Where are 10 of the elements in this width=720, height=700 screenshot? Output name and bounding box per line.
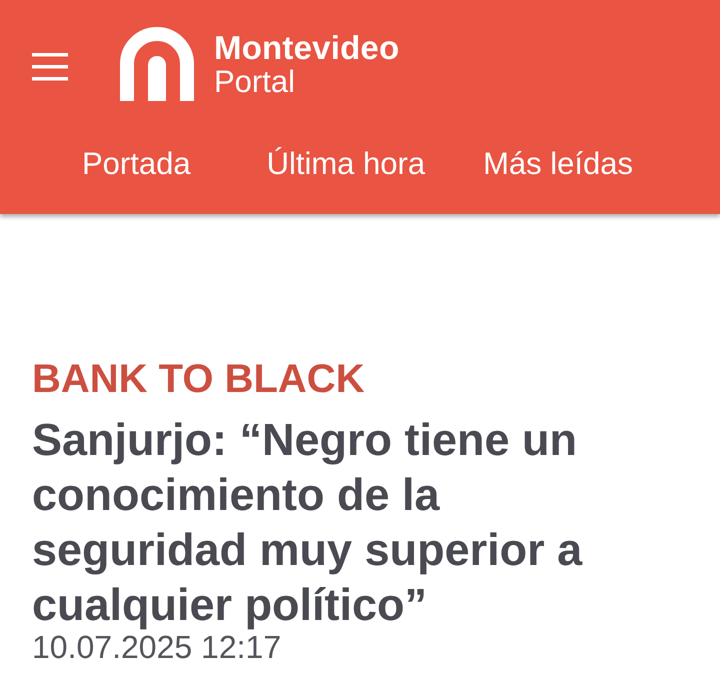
- nav-link[interactable]: Portada: [82, 144, 191, 184]
- nav-link[interactable]: Última hora: [266, 144, 426, 184]
- nav-link[interactable]: Más leídas: [483, 144, 633, 184]
- logo-subtitle: Portal: [214, 66, 296, 97]
- headline: Sanjurjo: “Negro tiene un conocimiento de la seguridad muy superior a cualquier político”: [32, 413, 584, 632]
- section-label: BANK TO BLACK: [32, 356, 366, 402]
- arch-logo-icon[interactable]: [120, 27, 194, 101]
- menu-icon[interactable]: [32, 53, 68, 81]
- logo-name: Montevideo: [214, 31, 400, 64]
- publish-date: 10.07.2025 12:17: [32, 629, 282, 666]
